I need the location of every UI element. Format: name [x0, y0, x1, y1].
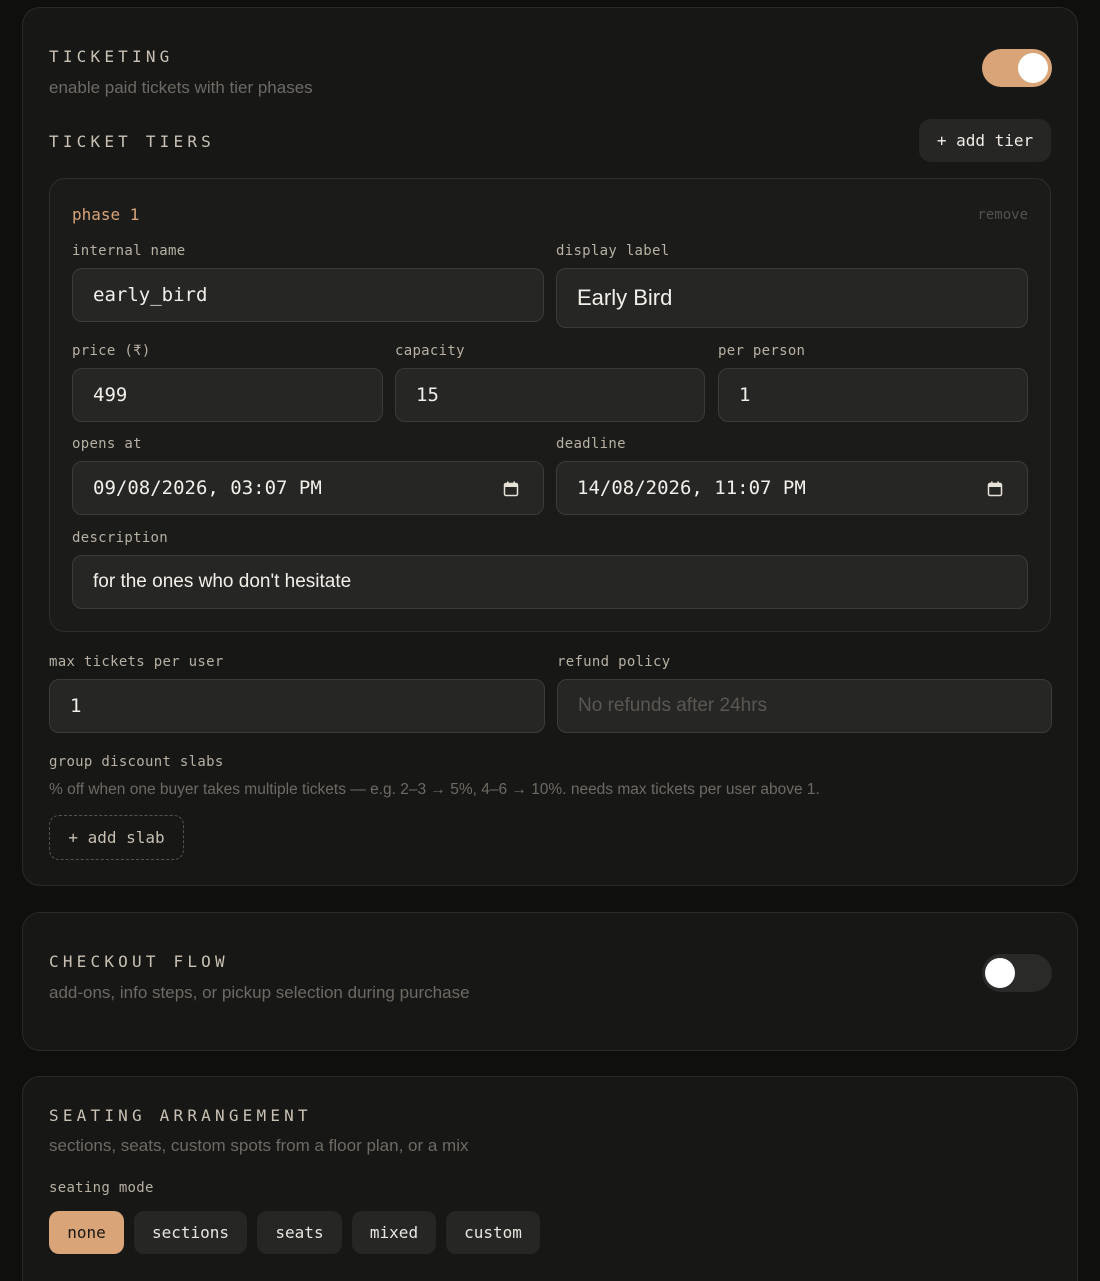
price-label: price (₹) [72, 343, 151, 359]
deadline-value: 14/08/2026, 11:07 PM [577, 477, 806, 499]
refund-policy-label: refund policy [557, 654, 671, 670]
seating-mode-none[interactable]: none [49, 1211, 124, 1254]
add-slab-button[interactable]: + add slab [49, 815, 184, 860]
ticketing-toggle[interactable] [982, 49, 1052, 87]
capacity-label: capacity [395, 343, 465, 359]
checkout-subtitle: add-ons, info steps, or pickup selection… [49, 983, 470, 1002]
toggle-knob [985, 958, 1015, 988]
capacity-input[interactable]: 15 [395, 368, 705, 422]
tier-card-phase-1: phase 1 remove internal name early_bird … [49, 178, 1051, 632]
per-person-label: per person [718, 343, 806, 359]
add-tier-button[interactable]: + add tier [919, 119, 1051, 162]
max-tickets-input[interactable]: 1 [49, 679, 545, 733]
remove-tier-button[interactable]: remove [977, 207, 1028, 223]
seating-title: SEATING ARRANGEMENT [49, 1106, 312, 1125]
price-input[interactable]: 499 [72, 368, 383, 422]
opens-at-value: 09/08/2026, 03:07 PM [93, 477, 322, 499]
internal-name-label: internal name [72, 243, 186, 259]
seating-mode-mixed[interactable]: mixed [352, 1211, 436, 1254]
ticket-tiers-title: TICKET TIERS [49, 132, 215, 151]
seating-mode-seats[interactable]: seats [257, 1211, 342, 1254]
ticketing-title: TICKETING [49, 47, 174, 66]
ticketing-card: TICKETING enable paid tickets with tier … [22, 7, 1078, 886]
opens-at-label: opens at [72, 436, 142, 452]
internal-name-input[interactable]: early_bird [72, 268, 544, 322]
display-label-input[interactable]: Early Bird [556, 268, 1028, 328]
seating-subtitle: sections, seats, custom spots from a flo… [49, 1136, 469, 1155]
checkout-title: CHECKOUT FLOW [49, 952, 229, 971]
deadline-label: deadline [556, 436, 626, 452]
seating-mode-label: seating mode [49, 1180, 154, 1196]
group-discount-label: group discount slabs [49, 754, 224, 770]
checkout-card: CHECKOUT FLOW add-ons, info steps, or pi… [22, 912, 1078, 1051]
calendar-icon[interactable] [503, 481, 519, 497]
seating-mode-sections[interactable]: sections [134, 1211, 247, 1254]
description-input[interactable]: for the ones who don't hesitate [72, 555, 1028, 609]
per-person-input[interactable]: 1 [718, 368, 1028, 422]
calendar-icon[interactable] [987, 481, 1003, 497]
refund-policy-input[interactable]: No refunds after 24hrs [557, 679, 1052, 733]
max-tickets-label: max tickets per user [49, 654, 224, 670]
ticketing-subtitle: enable paid tickets with tier phases [49, 78, 313, 97]
checkout-toggle[interactable] [982, 954, 1052, 992]
group-discount-hint: % off when one buyer takes multiple tick… [49, 781, 820, 798]
deadline-input[interactable]: 14/08/2026, 11:07 PM [556, 461, 1028, 515]
display-label-label: display label [556, 243, 670, 259]
toggle-knob [1018, 53, 1048, 83]
seating-mode-custom[interactable]: custom [446, 1211, 540, 1254]
phase-label: phase 1 [72, 205, 140, 224]
description-label: description [72, 530, 169, 546]
opens-at-input[interactable]: 09/08/2026, 03:07 PM [72, 461, 544, 515]
